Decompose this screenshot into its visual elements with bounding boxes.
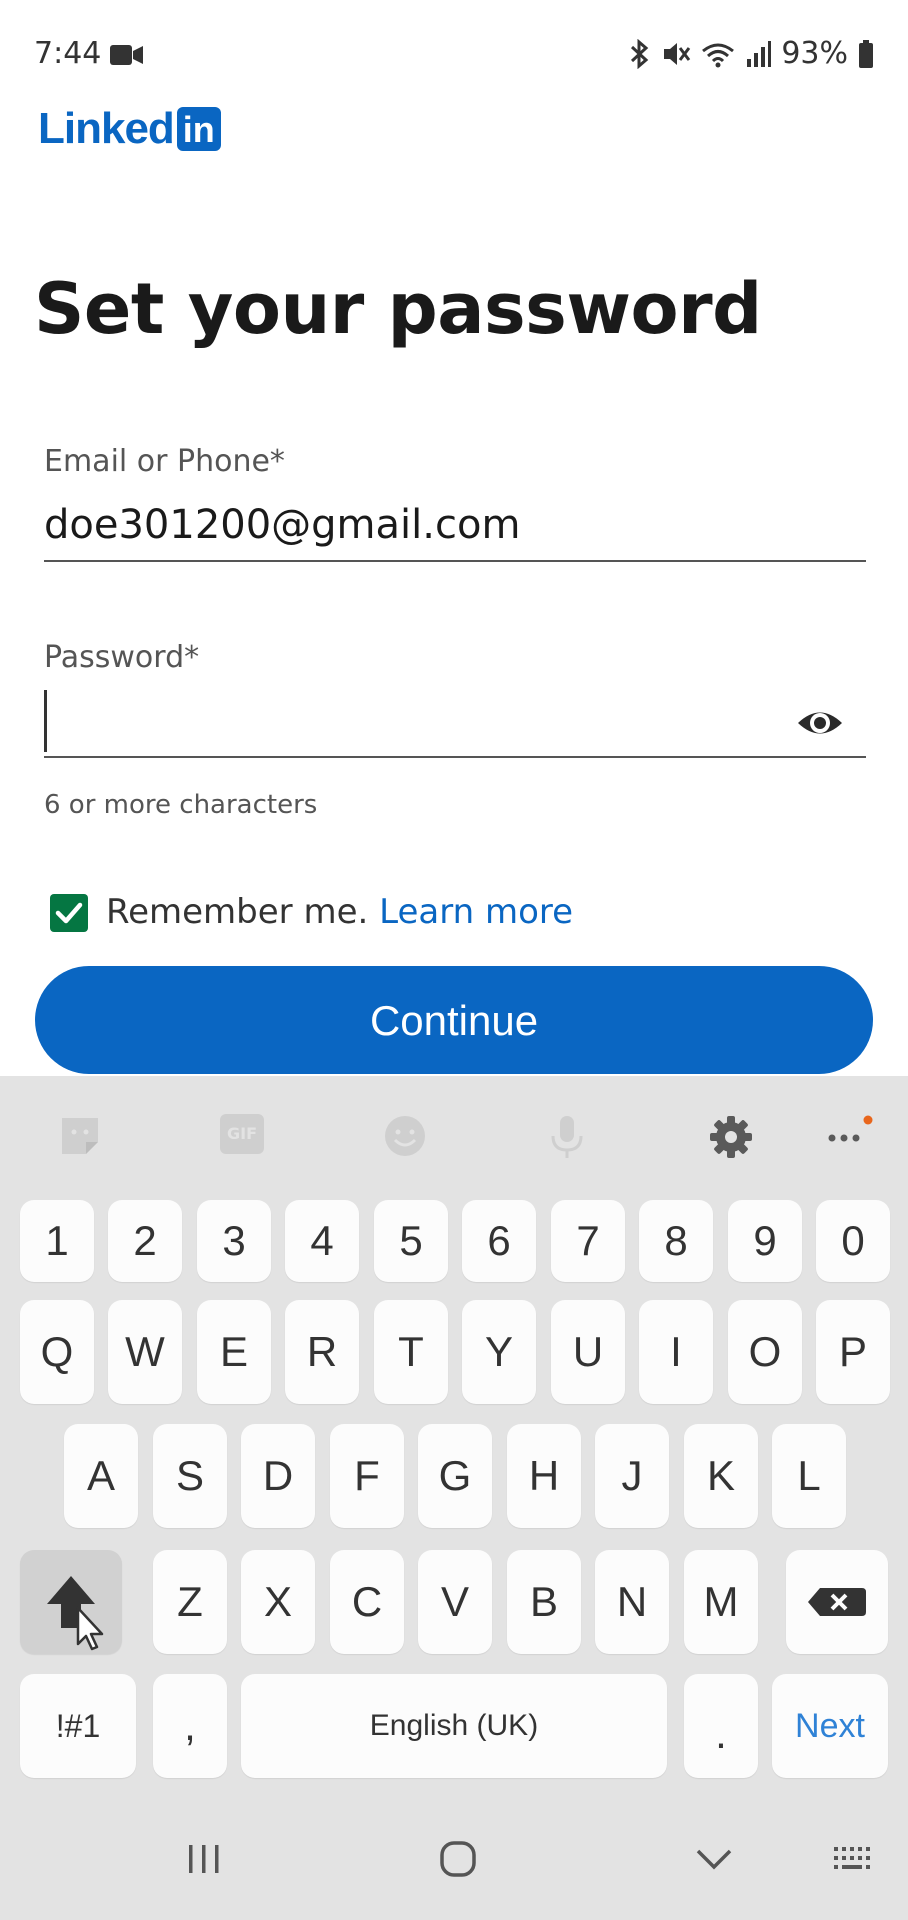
key-e[interactable]: E <box>197 1300 271 1404</box>
key-s[interactable]: S <box>153 1424 227 1528</box>
key-m[interactable]: M <box>684 1550 758 1654</box>
password-underline <box>44 756 866 758</box>
key-d[interactable]: D <box>241 1424 315 1528</box>
remember-me-text: Remember me. Learn more <box>106 892 573 932</box>
key-j[interactable]: J <box>595 1424 669 1528</box>
hide-keyboard-button[interactable] <box>670 1798 758 1920</box>
key-z[interactable]: Z <box>153 1550 227 1654</box>
key-p[interactable]: P <box>816 1300 890 1404</box>
remember-me-checkbox[interactable] <box>50 894 88 932</box>
key-x[interactable]: X <box>241 1550 315 1654</box>
key-n[interactable]: N <box>595 1550 669 1654</box>
key-c[interactable]: C <box>330 1550 404 1654</box>
wifi-icon <box>702 43 735 67</box>
checkmark-icon <box>55 902 83 924</box>
email-field[interactable]: doe301200@gmail.com <box>44 502 520 548</box>
keyboard-icon <box>834 1847 870 1869</box>
period-key[interactable]: . <box>684 1674 758 1778</box>
key-u[interactable]: U <box>551 1300 625 1404</box>
key-r[interactable]: R <box>285 1300 359 1404</box>
comma-key[interactable]: , <box>153 1674 227 1778</box>
symbols-key[interactable]: !#1 <box>20 1674 136 1778</box>
microphone-icon[interactable] <box>548 1114 586 1160</box>
key-0[interactable]: 0 <box>816 1200 890 1282</box>
key-t[interactable]: T <box>374 1300 448 1404</box>
key-g[interactable]: G <box>418 1424 492 1528</box>
more-options-icon[interactable] <box>826 1112 876 1152</box>
next-key[interactable]: Next <box>772 1674 888 1778</box>
status-bar: 7:44 93% <box>0 0 908 110</box>
battery-icon <box>859 39 873 68</box>
email-underline <box>44 560 866 562</box>
mute-icon <box>664 42 691 65</box>
logo-text: Linked <box>38 104 175 153</box>
key-9[interactable]: 9 <box>728 1200 802 1282</box>
keyboard-toolbar: GIF <box>0 1076 908 1196</box>
video-camera-icon <box>110 45 143 65</box>
show-password-icon[interactable] <box>795 702 845 744</box>
shift-key[interactable] <box>20 1550 122 1654</box>
navigation-bar <box>0 1798 908 1920</box>
key-k[interactable]: K <box>684 1424 758 1528</box>
learn-more-link[interactable]: Learn more <box>379 892 573 932</box>
sticker-icon[interactable] <box>58 1114 102 1158</box>
recents-icon <box>189 1845 219 1873</box>
key-f[interactable]: F <box>330 1424 404 1528</box>
key-2[interactable]: 2 <box>108 1200 182 1282</box>
remember-me-label: Remember me. <box>106 892 369 932</box>
password-hint: 6 or more characters <box>44 790 318 820</box>
chevron-down-icon <box>696 1849 732 1870</box>
password-label: Password* <box>44 640 200 675</box>
key-8[interactable]: 8 <box>639 1200 713 1282</box>
settings-gear-icon[interactable] <box>708 1114 754 1160</box>
logo-box: in <box>176 107 221 151</box>
backspace-icon <box>808 1588 866 1616</box>
emoji-icon[interactable] <box>383 1114 427 1158</box>
shift-arrow-icon <box>47 1576 104 1651</box>
key-y[interactable]: Y <box>462 1300 536 1404</box>
email-label: Email or Phone* <box>44 444 285 479</box>
key-6[interactable]: 6 <box>462 1200 536 1282</box>
home-icon <box>440 1841 476 1877</box>
key-a[interactable]: A <box>64 1424 138 1528</box>
page-title: Set your password <box>34 268 762 350</box>
key-b[interactable]: B <box>507 1550 581 1654</box>
key-7[interactable]: 7 <box>551 1200 625 1282</box>
status-time: 7:44 <box>34 36 102 71</box>
keyboard: GIF 1 2 3 4 5 6 7 8 9 0 Q W E R T Y U I … <box>0 1076 908 1798</box>
key-5[interactable]: 5 <box>374 1200 448 1282</box>
key-3[interactable]: 3 <box>197 1200 271 1282</box>
key-4[interactable]: 4 <box>285 1200 359 1282</box>
recents-button[interactable] <box>160 1798 248 1920</box>
key-w[interactable]: W <box>108 1300 182 1404</box>
bluetooth-icon <box>631 38 649 69</box>
signal-icon <box>747 40 772 67</box>
battery-percent: 93% <box>781 36 848 71</box>
linkedin-logo: Linked in <box>38 104 221 154</box>
key-i[interactable]: I <box>639 1300 713 1404</box>
key-o[interactable]: O <box>728 1300 802 1404</box>
gif-icon[interactable]: GIF <box>220 1114 264 1154</box>
status-icons: 93% <box>629 36 874 71</box>
backspace-key[interactable] <box>786 1550 888 1654</box>
continue-button[interactable]: Continue <box>35 966 873 1074</box>
password-field[interactable] <box>44 690 47 752</box>
key-h[interactable]: H <box>507 1424 581 1528</box>
key-l[interactable]: L <box>772 1424 846 1528</box>
key-q[interactable]: Q <box>20 1300 94 1404</box>
home-button[interactable] <box>414 1798 502 1920</box>
key-v[interactable]: V <box>418 1550 492 1654</box>
keyboard-switch-button[interactable] <box>810 1798 898 1920</box>
key-1[interactable]: 1 <box>20 1200 94 1282</box>
space-key[interactable]: English (UK) <box>241 1674 667 1778</box>
